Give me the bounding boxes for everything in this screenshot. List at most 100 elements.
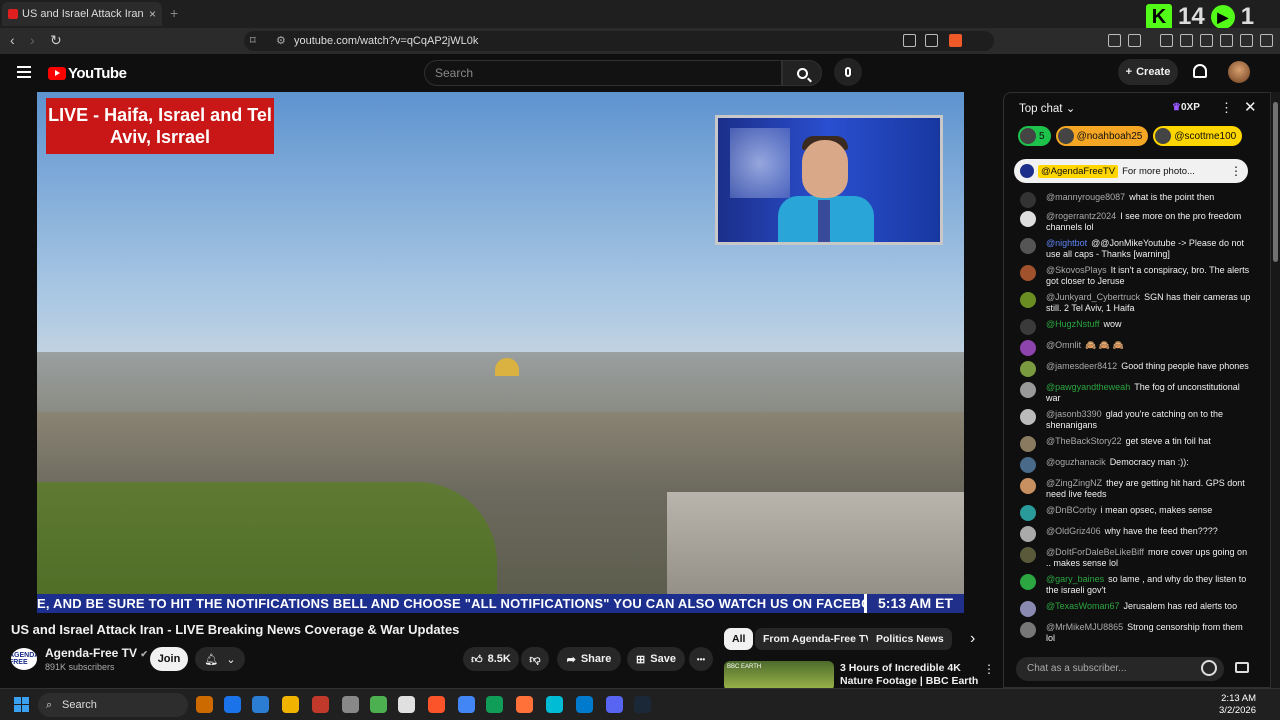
pinned-menu-icon[interactable]: ⋮ — [1230, 164, 1242, 178]
chat-author[interactable]: @ZingZingNZ — [1046, 478, 1102, 488]
chat-author[interactable]: @DnBCorby — [1046, 505, 1097, 515]
vpn-icon[interactable] — [1240, 34, 1253, 47]
extensions-icon[interactable] — [1108, 34, 1121, 47]
chat-author[interactable]: @mannyrouge8087 — [1046, 192, 1125, 202]
voice-search-button[interactable] — [834, 58, 862, 86]
chat-message[interactable]: @DnBCorby i mean opsec, makes sense — [1004, 505, 1254, 521]
pinned-message[interactable]: @AgendaFreeTV For more photo... ⋮ — [1014, 159, 1248, 183]
teams-app-icon[interactable] — [224, 696, 241, 713]
video-player[interactable]: LIVE - Haifa, Israel and Tel Aviv, Isrra… — [37, 92, 964, 613]
chat-author[interactable]: @OldGriz406 — [1046, 526, 1101, 536]
github-app-icon[interactable] — [342, 696, 359, 713]
chat-message[interactable]: @jamesdeer8412 Good thing people have pho… — [1004, 361, 1254, 377]
wallet-icon[interactable] — [1200, 34, 1213, 47]
arduino-app-icon[interactable] — [546, 696, 563, 713]
steam-app-icon[interactable] — [634, 696, 651, 713]
chat-message[interactable]: @DoItForDaleBeLikeBiff more cover ups goi… — [1004, 547, 1254, 569]
chat-author[interactable]: @Omnlit — [1046, 340, 1081, 350]
guide-menu-icon[interactable] — [17, 66, 31, 78]
page-scrollbar[interactable] — [1271, 92, 1280, 688]
chat-mode-selector[interactable]: Top chat ⌄ — [1019, 101, 1075, 115]
kick-extension[interactable]: K 14 ▶ 1 — [1146, 3, 1254, 31]
news-app-icon[interactable] — [312, 696, 329, 713]
notifications-bell-icon[interactable] — [1193, 64, 1207, 78]
recommended-thumbnail[interactable]: BBC EARTH — [724, 661, 834, 691]
discord-app-icon[interactable] — [606, 696, 623, 713]
close-chat-icon[interactable]: ✕ — [1244, 98, 1257, 116]
chat-author[interactable]: @HugzNstuff — [1046, 319, 1100, 329]
chat-author[interactable]: @Junkyard_Cybertruck — [1046, 292, 1140, 302]
youtube-logo[interactable]: YouTube — [48, 65, 127, 82]
chat-input[interactable]: Chat as a subscriber... — [1016, 657, 1224, 681]
save-button[interactable]: ⊞ Save — [627, 647, 685, 671]
new-tab-button[interactable]: + — [170, 5, 178, 21]
chat-message[interactable]: @rogerrantz2024 I see more on the pro fre… — [1004, 211, 1254, 233]
chat-message[interactable]: @SkovosPlays It isn't a conspiracy, bro. … — [1004, 265, 1254, 287]
chat-message[interactable]: @TexasWoman67 Jerusalem has red alerts to… — [1004, 601, 1254, 617]
chat-message[interactable]: @ZingZingNZ they are getting hit hard. GP… — [1004, 478, 1254, 500]
recommended-menu-icon[interactable]: ⋮ — [983, 662, 995, 676]
more-actions-button[interactable]: ••• — [689, 647, 713, 671]
chat-message[interactable]: @jasonb3390 glad you're catching on to th… — [1004, 409, 1254, 431]
screenshot-icon[interactable] — [1128, 34, 1141, 47]
cast-icon[interactable] — [903, 34, 916, 47]
chat-message[interactable]: @pawgyandtheweah The fog of unconstitutio… — [1004, 382, 1254, 404]
edge-app-icon[interactable] — [486, 696, 503, 713]
forward-icon[interactable]: › — [30, 32, 35, 48]
chat-message[interactable]: @MrMikeMJU8865 Strong censorship from the… — [1004, 622, 1254, 644]
browser-tab[interactable]: US and Israel Attack Iran - LIV × — [2, 2, 162, 26]
media-icon[interactable] — [1160, 34, 1173, 47]
chat-message[interactable]: @Omnlit 🙈 🙈 🙈 — [1004, 340, 1254, 356]
chat-message[interactable]: @gary_baines so lame , and why do they li… — [1004, 574, 1254, 596]
site-settings-icon[interactable]: ⚙ — [276, 31, 286, 51]
chat-author[interactable]: @jasonb3390 — [1046, 409, 1102, 419]
channel-name[interactable]: Agenda-Free TV ✔ — [45, 646, 148, 660]
system-clock[interactable]: 2:13 AM 3/2/2026 — [1219, 693, 1256, 717]
bookmark-icon[interactable]: ⌑ — [250, 31, 256, 51]
widget-app-icon[interactable] — [196, 696, 213, 713]
taskbar-search[interactable]: ⌕ Search — [38, 693, 188, 717]
firefox-app-icon[interactable] — [516, 696, 533, 713]
chat-author[interactable]: @jamesdeer8412 — [1046, 361, 1117, 371]
search-button[interactable] — [782, 60, 822, 86]
chat-author[interactable]: @nightbot — [1046, 238, 1087, 248]
dislike-button[interactable]: 👎︎ — [521, 647, 549, 671]
chat-message[interactable]: @oguzhanacik Democracy man :)): — [1004, 457, 1254, 473]
chat-message[interactable]: @Junkyard_Cybertruck SGN has their camera… — [1004, 292, 1254, 314]
explorer-app-icon[interactable] — [282, 696, 299, 713]
chat-message[interactable]: @mannyrouge8087 what is the point then — [1004, 192, 1254, 208]
chat-message[interactable]: @HugzNstuff wow — [1004, 319, 1254, 335]
chat-author[interactable]: @DoItForDaleBeLikeBiff — [1046, 547, 1144, 557]
brave-shields-icon[interactable] — [949, 34, 962, 47]
super-chat-icon[interactable] — [1235, 662, 1249, 673]
vscode-app-icon[interactable] — [576, 696, 593, 713]
chat-author[interactable]: @TexasWoman67 — [1046, 601, 1120, 611]
xp-badge[interactable]: ♛0XP — [1172, 102, 1200, 113]
share-button[interactable]: ➦ Share — [557, 647, 621, 671]
chat-message[interactable]: @nightbot @@JonMikeYoutube -> Please do n… — [1004, 238, 1254, 260]
chat-author[interactable]: @SkovosPlays — [1046, 265, 1107, 275]
channel-avatar[interactable]: AGENDA FREE — [11, 648, 37, 670]
donor-chip[interactable]: @noahboah25 — [1055, 126, 1149, 146]
sidebar-icon[interactable] — [1180, 34, 1193, 47]
chip-from-channel[interactable]: From Agenda-Free TV — [755, 628, 881, 650]
chip-politics-news[interactable]: Politics News — [868, 628, 952, 650]
leo-icon[interactable] — [1220, 34, 1233, 47]
subscribed-notifications-button[interactable]: 🔔︎ ⌄ — [195, 647, 245, 671]
browser-menu-icon[interactable] — [1260, 34, 1273, 47]
chat-message[interactable]: @OldGriz406 why have the feed then???? — [1004, 526, 1254, 542]
chat-author[interactable]: @gary_baines — [1046, 574, 1104, 584]
donor-chip[interactable]: @scottme100 — [1153, 126, 1243, 146]
join-button[interactable]: Join — [150, 647, 188, 671]
chat-message[interactable]: @TheBackStory22 get steve a tin foil hat — [1004, 436, 1254, 452]
like-button[interactable]: 👍︎ 8.5K — [463, 647, 519, 671]
donor-chip[interactable]: 5 — [1018, 126, 1051, 146]
close-tab-icon[interactable]: × — [149, 7, 156, 21]
reload-icon[interactable]: ↻ — [50, 32, 62, 49]
obs-app-icon[interactable] — [398, 696, 415, 713]
chat-author[interactable]: @oguzhanacik — [1046, 457, 1106, 467]
recommended-title[interactable]: 3 Hours of Incredible 4K Nature Footage … — [840, 662, 980, 688]
address-bar[interactable]: ⌑ ⚙ youtube.com/watch?v=qCqAP2jWL0k — [244, 31, 994, 51]
chrome-app-icon[interactable] — [458, 696, 475, 713]
start-button[interactable] — [14, 697, 29, 712]
